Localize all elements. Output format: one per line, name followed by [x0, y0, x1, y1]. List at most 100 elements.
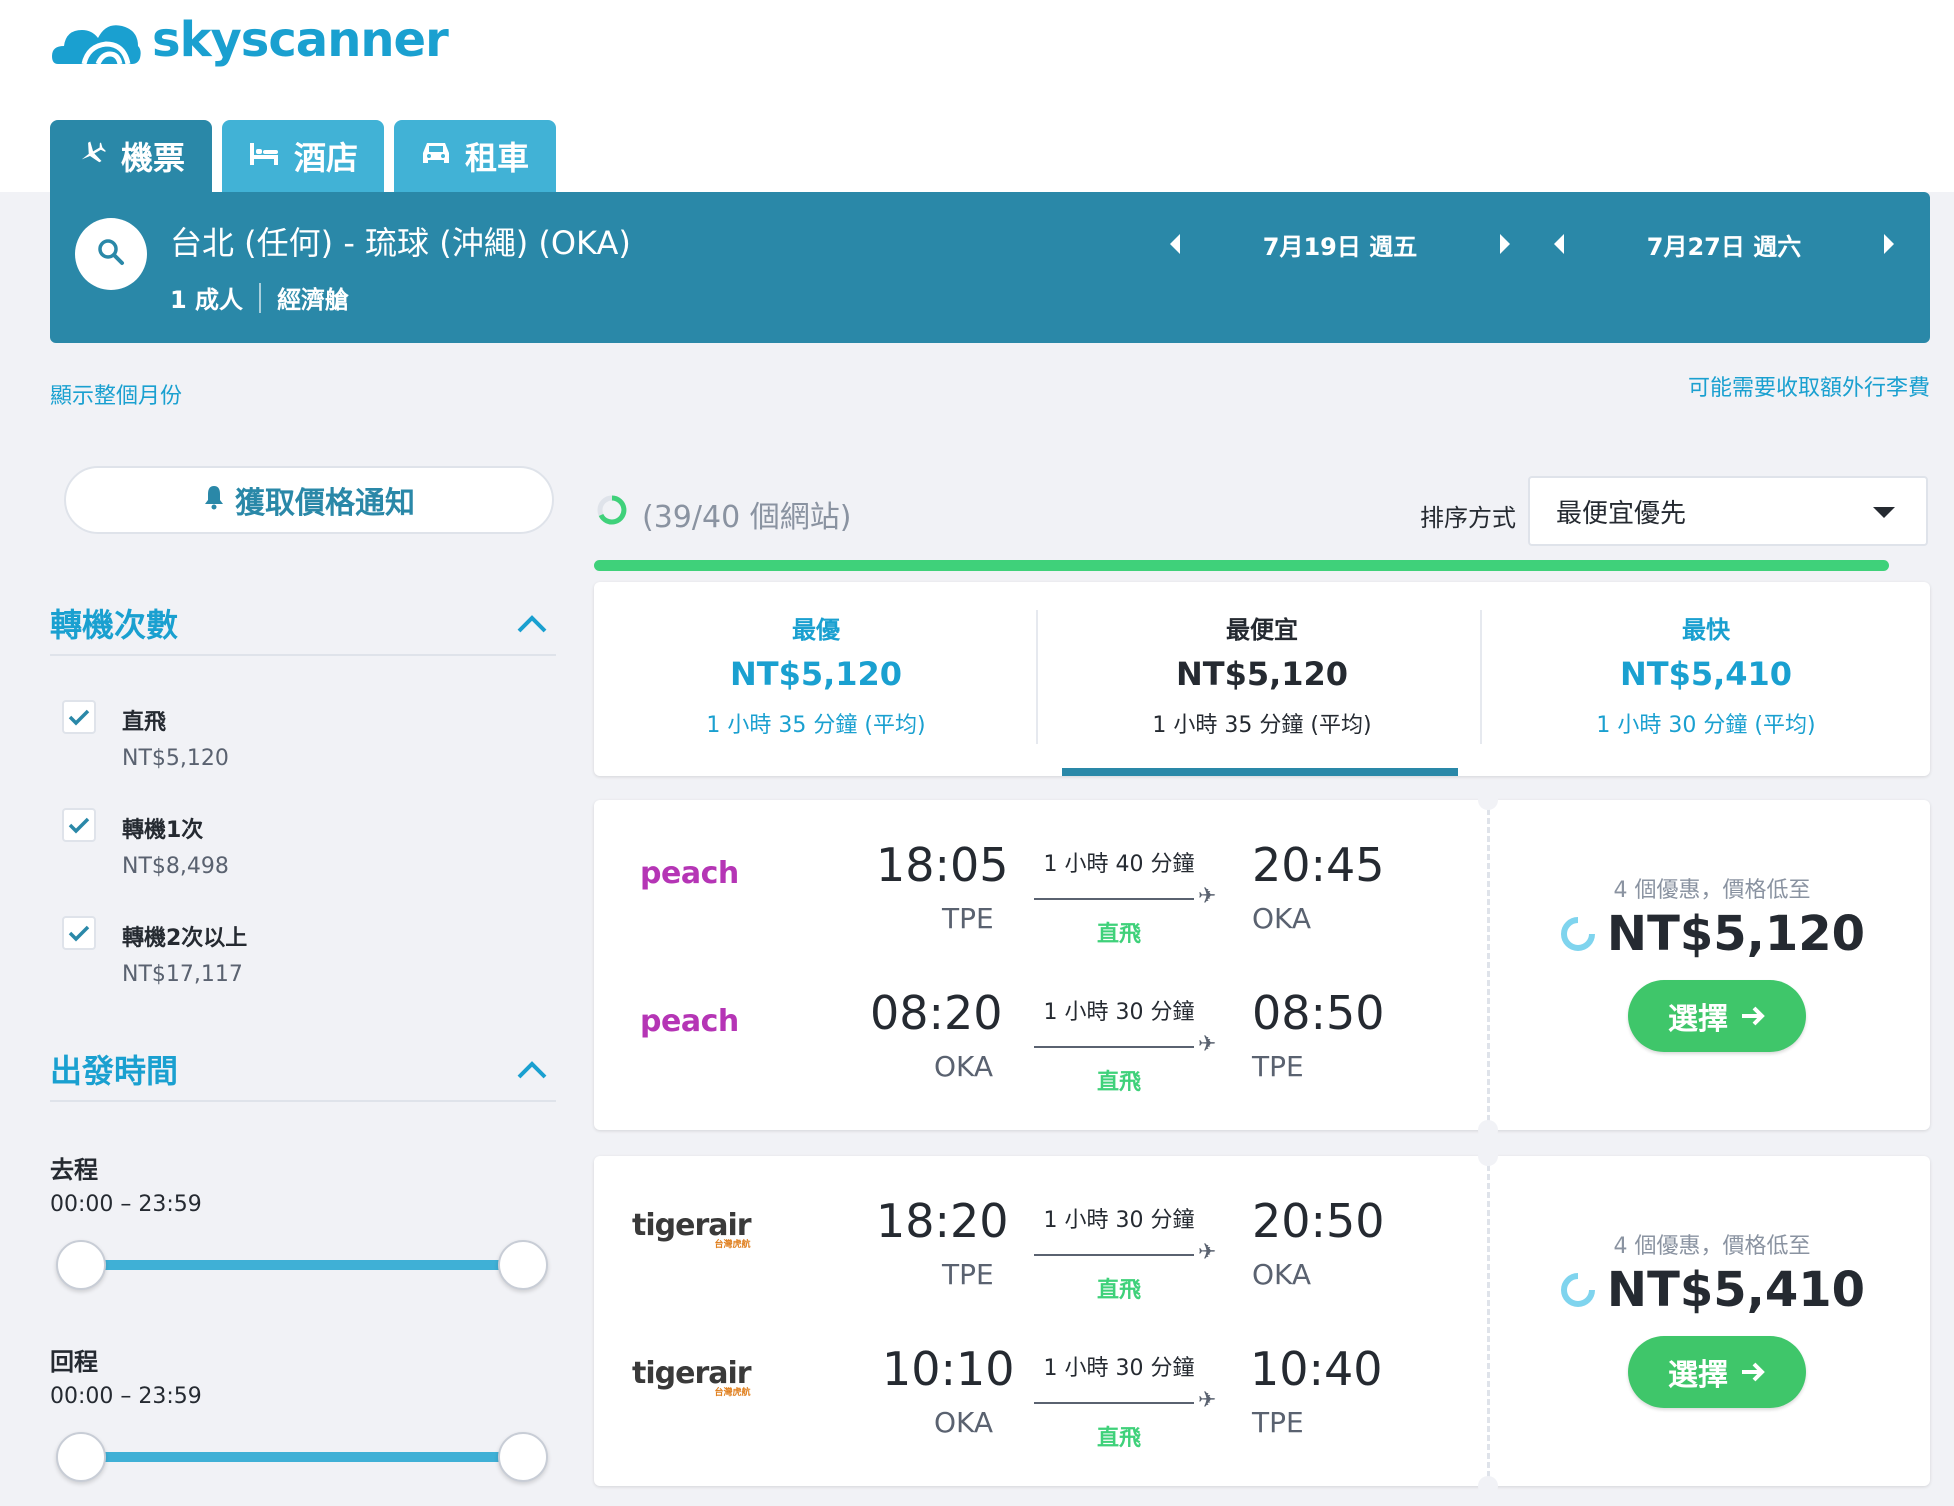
- tab-label: 酒店: [293, 139, 358, 177]
- summary-price: NT$5,120: [1175, 655, 1349, 693]
- outbound-slider-track[interactable]: [82, 1260, 522, 1270]
- chevron-up-icon[interactable]: [516, 614, 548, 634]
- ticket-notch: [1478, 1476, 1498, 1496]
- brand-name: skyscanner: [152, 12, 449, 68]
- prev-return-date-button[interactable]: [1544, 222, 1574, 266]
- checkbox-direct[interactable]: [62, 700, 96, 734]
- sort-value: 最便宜優先: [1556, 498, 1687, 529]
- select-flight-button[interactable]: 選擇: [1628, 980, 1806, 1052]
- select-flight-button[interactable]: 選擇: [1628, 1336, 1806, 1408]
- flight-price: NT$5,120: [1606, 906, 1866, 962]
- tab-car-hire[interactable]: 租車: [394, 120, 556, 192]
- caret-right-icon: [1884, 234, 1894, 254]
- departure-airport: OKA: [934, 1406, 994, 1439]
- baggage-fee-link[interactable]: 可能需要收取額外行李費: [1688, 370, 1930, 402]
- stop-label-two-plus-stops: 轉機2次以上: [122, 926, 248, 951]
- summary-price: NT$5,120: [729, 655, 903, 693]
- arrow-right-icon: [1742, 1006, 1765, 1026]
- summary-fastest[interactable]: 最快 NT$5,410 1 小時 30 分鐘 (平均): [1484, 582, 1928, 776]
- skyscanner-logo[interactable]: skyscanner: [48, 12, 449, 68]
- check-icon: [68, 925, 90, 942]
- airline-logo: peach: [640, 856, 739, 891]
- caret-right-icon: [1500, 234, 1510, 254]
- sort-select[interactable]: 最便宜優先: [1528, 476, 1928, 546]
- arrival-airport: OKA: [1252, 1258, 1312, 1291]
- arrow-right-icon: [1742, 1362, 1765, 1382]
- checkbox-one-stop[interactable]: [62, 808, 96, 842]
- arrival-airport: TPE: [1252, 1406, 1304, 1439]
- bed-icon: [248, 137, 280, 175]
- departure-airport: OKA: [934, 1050, 994, 1083]
- summary-cheapest[interactable]: 最便宜 NT$5,120 1 小時 35 分鐘 (平均): [1040, 582, 1484, 776]
- stop-label-one-stop: 轉機1次: [122, 818, 204, 843]
- plane-icon: ✈: [1198, 1388, 1217, 1413]
- departure-time: 18:05: [876, 838, 1009, 892]
- stops-filter-title[interactable]: 轉機次數: [50, 600, 178, 646]
- search-progress-bar: [594, 560, 1889, 571]
- plane-icon: ✈: [1198, 884, 1217, 909]
- outbound-slider-start-handle[interactable]: [56, 1240, 106, 1290]
- outbound-slider-end-handle[interactable]: [498, 1240, 548, 1290]
- route-text[interactable]: 台北 (任何) - 琉球 (沖繩) (OKA): [170, 218, 631, 264]
- leg-duration: 1 小時 30 分鐘: [1043, 1356, 1195, 1381]
- tab-hotels[interactable]: 酒店: [222, 120, 384, 192]
- divider: [259, 282, 262, 313]
- depart-date-control: 7月19日 週五: [1160, 222, 1520, 266]
- flight-result-card[interactable]: tigerair 台灣虎航 18:20 TPE 1 小時 30 分鐘 ✈ 直飛 …: [594, 1146, 1930, 1496]
- checkbox-two-plus-stops[interactable]: [62, 916, 96, 950]
- divider: [1036, 610, 1038, 744]
- car-icon: [421, 137, 451, 175]
- airline-logo: tigerair 台灣虎航: [632, 1356, 752, 1398]
- chevron-up-icon[interactable]: [516, 1060, 548, 1080]
- return-slider-end-handle[interactable]: [498, 1432, 548, 1482]
- flight-price: NT$5,410: [1606, 1262, 1866, 1318]
- stops-info: 直飛: [1096, 1070, 1141, 1095]
- price-alert-button[interactable]: 獲取價格通知: [64, 466, 554, 534]
- bell-icon: [203, 483, 225, 518]
- price-alert-label: 獲取價格通知: [235, 486, 415, 521]
- caret-left-icon: [1170, 234, 1180, 254]
- active-tab-indicator: [1062, 768, 1458, 776]
- divider: [50, 654, 556, 656]
- passenger-cabin[interactable]: 1 成人 經濟艙: [170, 280, 349, 315]
- summary-price: NT$5,410: [1619, 655, 1793, 693]
- return-date[interactable]: 7月27日 週六: [1574, 227, 1874, 262]
- search-summary-bar: 台北 (任何) - 琉球 (沖繩) (OKA) 1 成人 經濟艙 7月19日 週…: [50, 192, 1930, 343]
- arrival-time: 20:50: [1252, 1194, 1385, 1248]
- flight-result-card[interactable]: peach 18:05 TPE 1 小時 40 分鐘 ✈ 直飛 20:45 OK…: [594, 790, 1930, 1140]
- tab-flights[interactable]: 機票: [50, 120, 212, 192]
- next-return-date-button[interactable]: [1874, 222, 1904, 266]
- select-label: 選擇: [1668, 1358, 1728, 1393]
- leg-line: [1034, 1254, 1194, 1256]
- summary-best[interactable]: 最優 NT$5,120 1 小時 35 分鐘 (平均): [594, 582, 1038, 776]
- airline-logo: peach: [640, 1004, 739, 1039]
- return-slider-start-handle[interactable]: [56, 1432, 106, 1482]
- tab-label: 機票: [120, 139, 185, 177]
- stop-price-two-plus-stops: NT$17,117: [122, 962, 243, 987]
- arrival-airport: OKA: [1252, 902, 1312, 935]
- stop-price-one-stop: NT$8,498: [122, 854, 229, 879]
- sort-summary-tabs: 最優 NT$5,120 1 小時 35 分鐘 (平均) 最便宜 NT$5,120…: [594, 582, 1930, 776]
- search-icon: [96, 237, 126, 271]
- leg-duration: 1 小時 40 分鐘: [1043, 852, 1195, 877]
- return-label: 回程: [50, 1348, 98, 1376]
- departure-time: 10:10: [882, 1342, 1015, 1396]
- passenger-count: 1 成人: [170, 286, 244, 314]
- summary-duration: 1 小時 35 分鐘 (平均): [1152, 713, 1372, 738]
- show-month-link[interactable]: 顯示整個月份: [50, 378, 182, 410]
- leg-line: [1034, 1402, 1194, 1404]
- next-depart-date-button[interactable]: [1490, 222, 1520, 266]
- ticket-notch: [1478, 1146, 1498, 1166]
- return-range: 00:00 – 23:59: [50, 1384, 202, 1409]
- search-button[interactable]: [75, 218, 147, 290]
- return-slider-track[interactable]: [82, 1452, 522, 1462]
- loading-spinner-icon: [1560, 917, 1595, 951]
- prev-depart-date-button[interactable]: [1160, 222, 1190, 266]
- cloud-logo-icon: [52, 25, 141, 66]
- departure-time-filter-title[interactable]: 出發時間: [50, 1046, 178, 1092]
- departure-airport: TPE: [942, 902, 994, 935]
- summary-label: 最便宜: [1226, 616, 1298, 644]
- depart-date[interactable]: 7月19日 週五: [1190, 227, 1490, 262]
- select-label: 選擇: [1668, 1002, 1728, 1037]
- sort-label: 排序方式: [1420, 504, 1516, 532]
